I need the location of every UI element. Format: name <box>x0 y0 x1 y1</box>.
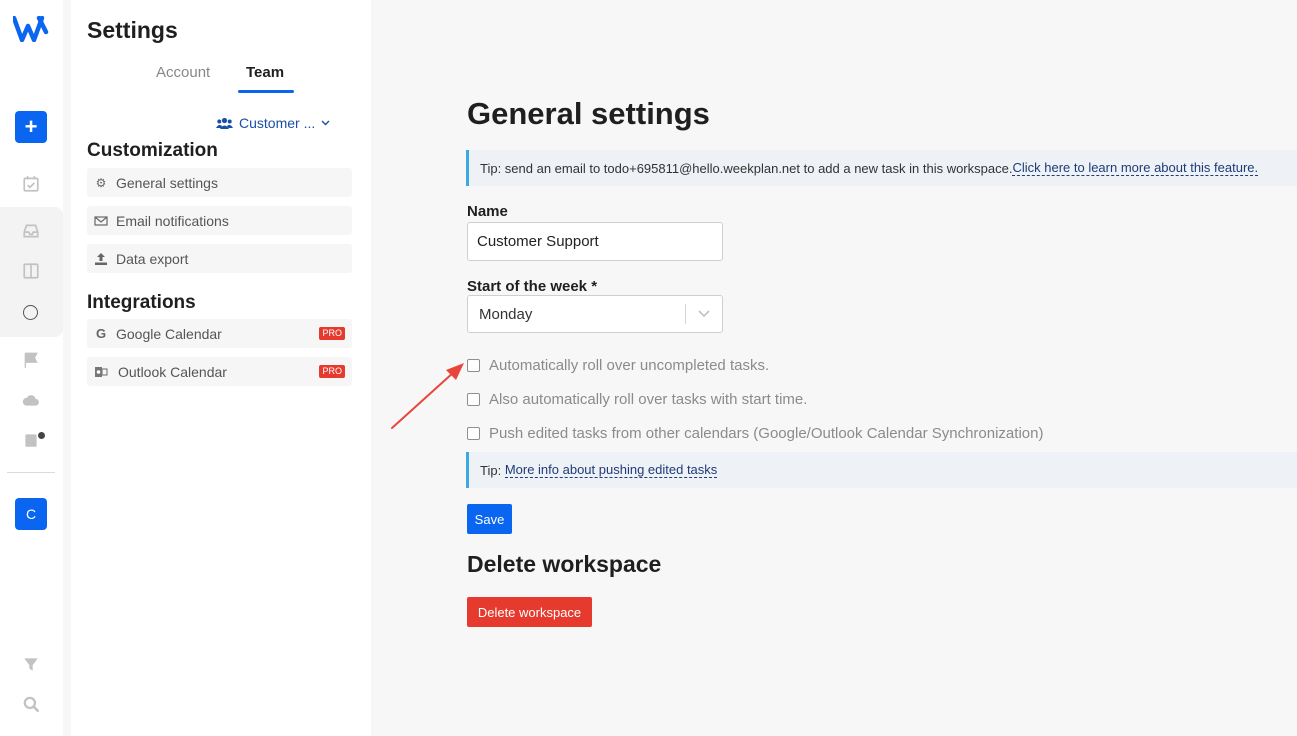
workspace-avatar-button[interactable]: C <box>15 498 47 530</box>
menu-item-data-export[interactable]: Data export <box>87 244 352 273</box>
annotation-arrow-icon <box>391 363 464 429</box>
integrations-heading: Integrations <box>87 292 196 313</box>
delete-workspace-button[interactable]: Delete workspace <box>467 597 592 627</box>
save-button[interactable]: Save <box>467 504 512 534</box>
calendar-check-icon[interactable] <box>22 175 40 193</box>
filter-icon[interactable] <box>22 655 40 673</box>
checkbox-label: Automatically roll over uncompleted task… <box>489 357 770 374</box>
google-icon: G <box>95 326 107 341</box>
upload-icon <box>95 252 107 265</box>
rollover-start-time-checkbox-row[interactable]: Also automatically roll over tasks with … <box>467 391 807 408</box>
delete-workspace-heading: Delete workspace <box>467 551 662 577</box>
select-separator <box>685 304 686 324</box>
settings-panel: Settings Account Team Customer ... Custo… <box>71 0 371 736</box>
rollover-checkbox[interactable] <box>467 359 480 372</box>
menu-item-label: Outlook Calendar <box>118 363 227 380</box>
checkbox-label: Also automatically roll over tasks with … <box>489 391 808 408</box>
left-rail: + C <box>0 0 63 736</box>
gear-icon: ⚙ <box>95 175 107 190</box>
flag-icon[interactable] <box>22 351 40 369</box>
add-task-button[interactable]: + <box>15 111 47 143</box>
circle-icon[interactable] <box>23 305 38 320</box>
plus-icon: + <box>24 114 38 139</box>
menu-item-label: Email notifications <box>116 212 229 229</box>
page-title: General settings <box>467 96 710 131</box>
push-info-link[interactable]: More info about pushing edited tasks <box>504 462 718 478</box>
search-icon[interactable] <box>22 695 40 713</box>
menu-item-label: Google Calendar <box>116 325 222 342</box>
email-tip-text: Tip: send an email to todo+695811@hello.… <box>480 160 1013 176</box>
outlook-icon <box>95 366 108 377</box>
chevron-down-icon <box>321 120 330 126</box>
push-tip-prefix: Tip: <box>480 462 505 478</box>
active-tab-indicator <box>238 90 294 93</box>
push-tip-box: Tip: More info about pushing edited task… <box>466 452 1297 488</box>
checkbox-label: Push edited tasks from other calendars (… <box>489 425 1044 442</box>
menu-item-general-settings[interactable]: ⚙ General settings <box>87 168 352 197</box>
menu-item-label: Data export <box>116 250 189 267</box>
chevron-down-icon <box>698 310 710 318</box>
workspace-selector-label: Customer ... <box>239 115 316 131</box>
menu-item-email-notifications[interactable]: Email notifications <box>87 206 352 235</box>
week-start-label: Start of the week * <box>467 278 598 295</box>
email-tip-box: Tip: send an email to todo+695811@hello.… <box>466 150 1297 186</box>
week-start-value: Monday <box>479 305 533 323</box>
tab-account[interactable]: Account <box>156 64 210 81</box>
push-edited-checkbox[interactable] <box>467 427 480 440</box>
inbox-icon[interactable] <box>22 222 40 240</box>
customization-heading: Customization <box>87 140 218 161</box>
rail-divider <box>7 472 55 473</box>
name-label: Name <box>467 203 508 220</box>
week-start-select[interactable]: Monday <box>467 295 723 333</box>
menu-item-google-calendar[interactable]: G Google Calendar PRO <box>87 319 352 348</box>
rollover-start-time-checkbox[interactable] <box>467 393 480 406</box>
logo-icon[interactable] <box>13 16 49 42</box>
columns-icon[interactable] <box>22 262 40 280</box>
tab-team[interactable]: Team <box>246 64 284 81</box>
learn-more-link[interactable]: Click here to learn more about this feat… <box>1012 160 1259 176</box>
notification-dot <box>38 432 45 439</box>
menu-item-outlook-calendar[interactable]: Outlook Calendar PRO <box>87 357 352 386</box>
workspace-selector[interactable]: Customer ... <box>216 115 330 131</box>
name-input[interactable] <box>467 222 723 261</box>
rollover-checkbox-row[interactable]: Automatically roll over uncompleted task… <box>467 357 769 374</box>
users-icon <box>216 117 233 129</box>
settings-title: Settings <box>87 17 178 43</box>
envelope-icon <box>94 215 108 226</box>
menu-item-label: General settings <box>116 174 218 191</box>
pro-badge: PRO <box>319 365 345 378</box>
cloud-icon[interactable] <box>22 391 40 409</box>
pro-badge: PRO <box>319 327 345 340</box>
push-edited-checkbox-row[interactable]: Push edited tasks from other calendars (… <box>467 425 1043 442</box>
